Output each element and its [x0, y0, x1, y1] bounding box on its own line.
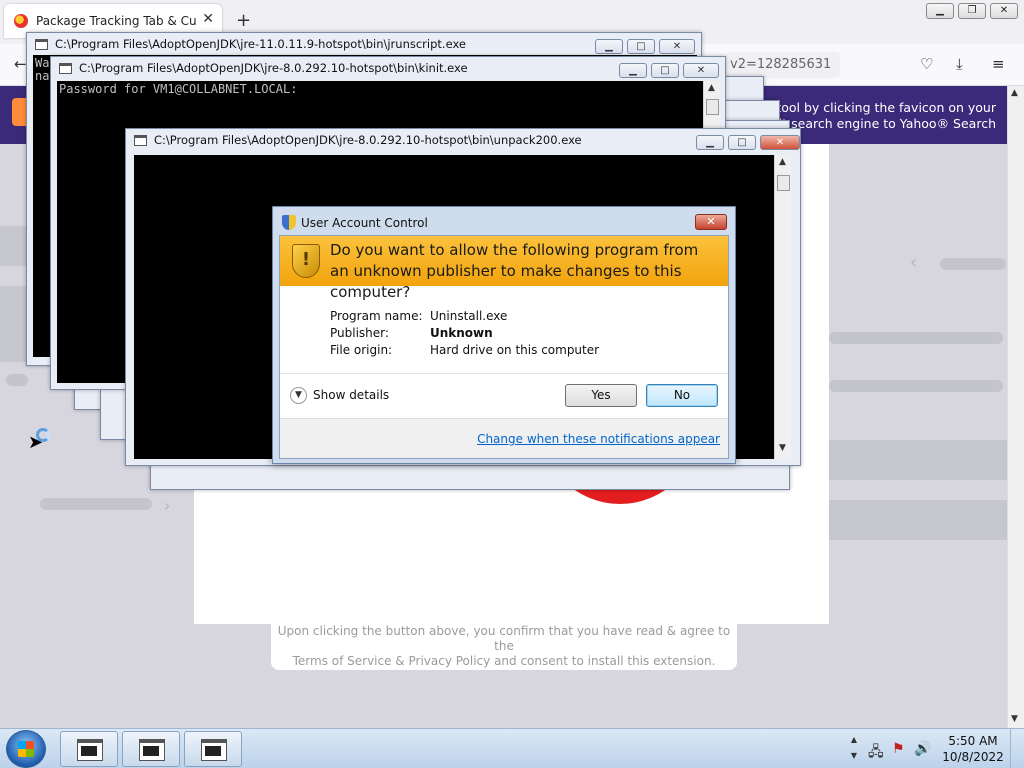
new-tab-button[interactable]: + [236, 10, 251, 31]
tab-title: Package Tracking Tab & Custom [36, 14, 196, 28]
maximize-button[interactable]: □ [627, 39, 655, 54]
placeholder-bar [940, 258, 1006, 270]
pocket-icon[interactable]: ♡ [920, 55, 933, 73]
downloads-icon[interactable]: ⤓ [956, 55, 963, 73]
chevron-left-icon: ‹ [910, 252, 918, 273]
maximize-button[interactable]: □ [728, 135, 756, 150]
show-desktop-button[interactable] [1010, 729, 1024, 768]
taskbar-console-item[interactable] [60, 731, 118, 767]
menu-icon[interactable]: ≡ [992, 55, 1005, 73]
scroll-down-arrow-icon[interactable]: ▼ [1011, 714, 1018, 724]
console-icon [35, 39, 48, 50]
uac-title: User Account Control [301, 216, 428, 230]
show-details-toggle[interactable]: ▼ Show details [290, 387, 389, 404]
placeholder-bar [829, 332, 1003, 344]
console-scrollbar[interactable]: ▲ ▼ [774, 155, 791, 459]
console-title: C:\Program Files\AdoptOpenJDK\jre-8.0.29… [79, 61, 468, 75]
uac-warning-banner: ! Do you want to allow the following pro… [280, 236, 728, 301]
placeholder-bar [6, 374, 28, 386]
decor-block [0, 286, 26, 362]
no-button[interactable]: No [646, 384, 718, 407]
program-details: Program name: Uninstall.exe Publisher: Unk… [330, 308, 599, 359]
uac-question: Do you want to allow the following progr… [330, 241, 699, 301]
close-button[interactable]: ✕ [683, 63, 719, 78]
close-button[interactable]: ✕ [760, 135, 800, 150]
close-button[interactable]: ✕ [659, 39, 695, 54]
decor-block [0, 226, 26, 266]
decor-block [829, 500, 1007, 540]
browser-close-button[interactable]: ✕ [990, 3, 1018, 19]
uac-close-button[interactable]: ✕ [695, 214, 727, 230]
taskbar-console-item[interactable] [184, 731, 242, 767]
scroll-up-arrow-icon[interactable]: ▲ [708, 83, 715, 93]
decor-block [829, 440, 1007, 480]
clock-time: 5:50 AM [948, 734, 998, 748]
page-scrollbar[interactable]: ▲ ▼ [1007, 86, 1024, 728]
warning-shield-icon: ! [292, 244, 320, 278]
console-icon [77, 739, 103, 761]
console-title: C:\Program Files\AdoptOpenJDK\jre-11.0.1… [55, 37, 466, 51]
file-origin-label: File origin: [330, 343, 393, 357]
chevron-down-icon: ▼ [290, 387, 307, 404]
disclaimer-line-2: Terms of Service & Privacy Policy and co… [292, 654, 716, 668]
show-details-label: Show details [313, 388, 390, 402]
console-icon [139, 739, 165, 761]
publisher-label: Publisher: [330, 326, 389, 340]
taskbar: ▲ ▼ 🖧 ⚑ 🔊 5:50 AM 10/8/2022 [0, 728, 1024, 768]
windows-logo-icon [18, 741, 34, 757]
volume-icon[interactable]: 🔊 [914, 741, 931, 757]
install-disclaimer: Upon clicking the button above, you conf… [271, 624, 737, 670]
start-button[interactable] [6, 730, 46, 768]
browser-restore-button[interactable]: ❐ [958, 3, 986, 19]
uac-dialog: User Account Control ✕ ! Do you want to … [272, 206, 736, 464]
file-origin-value: Hard drive on this computer [430, 343, 600, 357]
publisher-value: Unknown [430, 326, 493, 340]
yes-button[interactable]: Yes [565, 384, 637, 407]
placeholder-bar [40, 498, 152, 510]
taskbar-console-item[interactable] [122, 731, 180, 767]
action-center-flag-icon[interactable]: ⚑ [892, 741, 905, 757]
minimize-button[interactable]: ▁ [696, 135, 724, 150]
uac-shield-icon [282, 215, 296, 230]
console-icon [59, 63, 72, 74]
scroll-up-arrow-icon[interactable]: ▲ [1011, 88, 1018, 98]
placeholder-bar [829, 380, 1003, 392]
back-arrow-icon[interactable]: ← [14, 55, 27, 73]
scroll-thumb[interactable] [777, 175, 790, 191]
program-name-label: Program name: [330, 309, 423, 323]
minimize-button[interactable]: ▁ [619, 63, 647, 78]
browser-minimize-button[interactable]: ▁ [926, 3, 954, 19]
decor-block [829, 144, 1007, 232]
change-notifications-link[interactable]: Change when these notifications appear [477, 432, 720, 446]
busy-spinner-icon [36, 428, 50, 442]
console-icon [201, 739, 227, 761]
uac-footer: Change when these notifications appear [280, 418, 728, 458]
maximize-button[interactable]: □ [651, 63, 679, 78]
divider [280, 373, 728, 374]
console-icon [134, 135, 147, 146]
tray-scroll-arrows[interactable]: ▲ ▼ [848, 732, 860, 764]
network-icon[interactable]: 🖧 [868, 741, 884, 765]
tab-close-icon[interactable]: ✕ [202, 11, 214, 27]
url-bar[interactable]: v2=128285631 [726, 52, 840, 78]
console-title: C:\Program Files\AdoptOpenJDK\jre-8.0.29… [154, 133, 582, 147]
minimize-button[interactable]: ▁ [595, 39, 623, 54]
disclaimer-line-1: Upon clicking the button above, you conf… [277, 624, 731, 653]
scroll-down-arrow-icon[interactable]: ▼ [779, 443, 786, 453]
program-name-value: Uninstall.exe [430, 309, 508, 323]
scroll-up-arrow-icon[interactable]: ▲ [779, 157, 786, 167]
tab-favicon-icon [14, 14, 28, 28]
uac-content: ! Do you want to allow the following pro… [279, 235, 729, 459]
chevron-right-icon: › [164, 496, 171, 515]
system-clock[interactable]: 5:50 AM 10/8/2022 [938, 733, 1008, 765]
scroll-thumb[interactable] [706, 99, 719, 115]
clock-date: 10/8/2022 [942, 750, 1004, 764]
